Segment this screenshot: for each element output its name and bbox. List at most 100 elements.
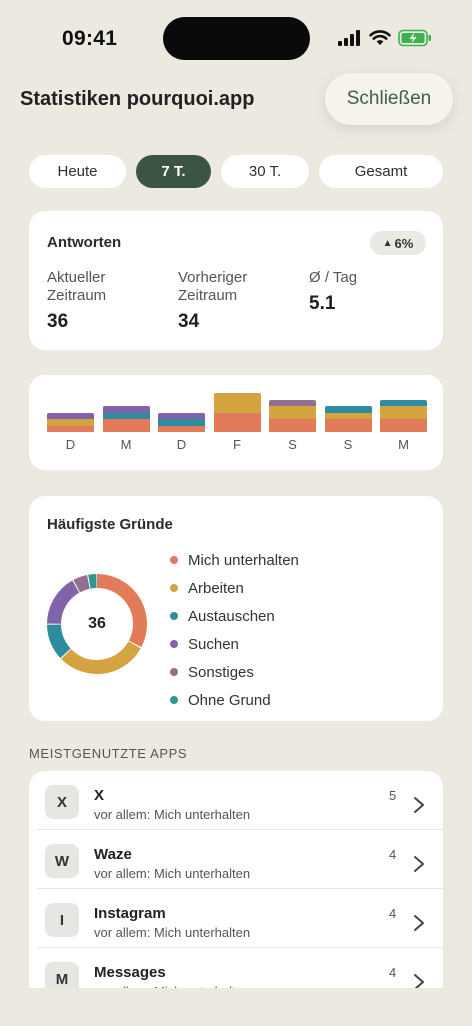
app-count: 4 [389, 847, 397, 862]
legend-item: Arbeiten [170, 574, 299, 602]
bar-segment [102, 406, 150, 413]
day-label: S [288, 437, 297, 452]
metric-per-day: Ø / Tag 5.1 [309, 269, 357, 315]
day-label: D [176, 437, 187, 452]
bar-segment [213, 412, 261, 432]
bar-segment [324, 419, 372, 432]
bar-segment [47, 425, 94, 432]
apps-section-title: MEISTGENUTZTE APPS [29, 746, 188, 761]
legend-dot [170, 612, 178, 620]
donut-total: 36 [88, 615, 106, 632]
bar-segment [324, 412, 372, 419]
wifi-icon [369, 30, 391, 45]
status-icons [338, 28, 432, 48]
trend-badge: ▲ 6% [370, 231, 426, 255]
app-subtitle: vor allem: Mich unterhalten [94, 925, 251, 940]
app-icon: X [45, 785, 79, 819]
metric-value: 36 [47, 311, 69, 332]
trend-up-icon: ▲ [382, 237, 393, 249]
legend-item: Suchen [170, 630, 299, 658]
app-row[interactable]: I Instagram vor allem: Mich unterhalten 4 [29, 889, 443, 948]
app-icon: W [45, 844, 79, 878]
legend-item: Ohne Grund [170, 686, 299, 714]
bar-segment [269, 399, 316, 406]
weekly-chart-card: DMDFSSM [29, 375, 443, 470]
range-total-button[interactable]: Gesamt [319, 155, 443, 188]
app-name: X [94, 787, 105, 804]
bar-segment [269, 419, 316, 432]
legend-dot [170, 584, 178, 592]
chevron-right-icon[interactable] [413, 855, 425, 873]
app-name: Waze [94, 846, 132, 863]
legend-label: Mich unterhalten [188, 551, 299, 569]
legend-label: Austauschen [188, 607, 275, 625]
bar-segment [158, 425, 205, 432]
metric-current: Aktueller Zeitraum 36 [47, 269, 106, 333]
app-subtitle: vor allem: Mich unterhalten [94, 866, 251, 881]
range-today-button[interactable]: Heute [29, 155, 126, 188]
bar-segment [380, 406, 427, 419]
legend-dot [170, 668, 178, 676]
metric-label: Vorheriger Zeitraum [178, 269, 248, 304]
app-name: Messages [94, 964, 166, 981]
metric-previous: Vorheriger Zeitraum 34 [178, 269, 247, 333]
range-selector: Heute 7 T. 30 T. Gesamt [29, 155, 443, 188]
range-30d-button[interactable]: 30 T. [221, 155, 309, 188]
trend-value: 6% [394, 235, 414, 251]
metric-value: 5.1 [309, 293, 336, 314]
metric-value: 34 [178, 311, 200, 332]
legend-label: Sonstiges [188, 663, 254, 681]
reasons-title: Häufigste Gründe [47, 516, 173, 533]
bar-segment [380, 419, 427, 432]
legend-label: Ohne Grund [188, 691, 271, 709]
day-label: S [343, 437, 353, 452]
close-button[interactable]: Schließen [325, 73, 453, 125]
legend-label: Suchen [188, 635, 239, 653]
app-icon: M [45, 962, 79, 988]
bar-segment [102, 419, 150, 432]
day-label: M [398, 437, 409, 452]
bar-segment [158, 412, 205, 419]
apps-list: X Xvor allem: Mich unterhalten 5 W Waze vor a… [29, 771, 443, 988]
battery-charging-icon [398, 29, 431, 47]
range-7d-button[interactable]: 7 T. [136, 155, 211, 188]
app-count: 4 [389, 965, 397, 980]
status-bar: 09:41 [0, 0, 472, 78]
legend-label: Arbeiten [188, 579, 244, 597]
chevron-right-icon[interactable] [413, 973, 425, 988]
metric-label: Aktueller Zeitraum [47, 269, 107, 304]
answers-card: Antworten ▲ 6% Aktueller Zeitraum 36 Vor… [29, 211, 443, 350]
bar-segment [324, 406, 372, 413]
bar-segment [47, 419, 94, 426]
app-subtitle: vor allem: Mich unterhalten [94, 807, 251, 822]
reasons-card: Häufigste Gründe 36 Mich unterhalten Arbe… [29, 496, 443, 721]
dynamic-island [163, 17, 310, 60]
bar-segment [269, 406, 316, 419]
app-subtitle: vor allem: Mich unterhalten [94, 984, 250, 988]
app-row[interactable]: M Messages vor allem: Mich unterhalten 4 [29, 948, 443, 988]
app-count: 4 [389, 906, 397, 921]
status-time: 09:41 [62, 27, 118, 50]
app-count: 5 [389, 788, 397, 803]
app-row[interactable]: X Xvor allem: Mich unterhalten 5 [29, 771, 443, 830]
bar-segment [102, 412, 150, 419]
day-label: M [120, 437, 132, 452]
bar-segment [47, 412, 94, 419]
legend-dot [170, 640, 178, 648]
reasons-legend: Mich unterhalten Arbeiten Austauschen Suche… [170, 546, 299, 714]
legend-dot [170, 556, 178, 564]
legend-item: Austauschen [170, 602, 299, 630]
chevron-right-icon[interactable] [413, 914, 425, 932]
legend-item: Mich unterhalten [170, 546, 299, 574]
bar-segment [380, 399, 427, 406]
bar-segment [158, 419, 205, 426]
day-label: F [233, 437, 241, 452]
legend-dot [170, 696, 178, 704]
page-title: Statistiken pourquoi.app [20, 88, 255, 110]
answers-title: Antworten [47, 234, 122, 251]
chevron-right-icon[interactable] [413, 796, 425, 814]
day-label: D [65, 437, 76, 452]
bar-segment [213, 393, 261, 413]
app-row[interactable]: W Waze vor allem: Mich unterhalten 4 [29, 830, 443, 889]
app-icon: I [45, 903, 79, 937]
